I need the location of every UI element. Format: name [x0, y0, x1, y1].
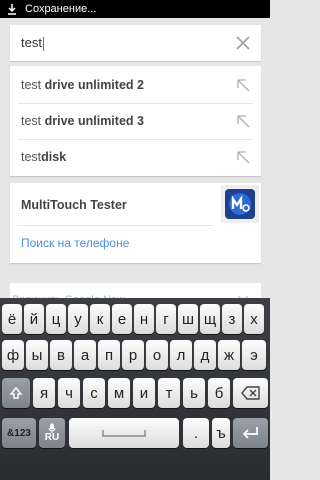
- key[interactable]: и: [133, 378, 155, 408]
- keyboard: ё й ц у к е н г ш щ з х ф ы в а п р о л …: [0, 298, 270, 480]
- shift-key[interactable]: [2, 378, 30, 408]
- key[interactable]: н: [134, 304, 154, 334]
- key[interactable]: б: [208, 378, 230, 408]
- search-query: test: [21, 35, 42, 51]
- key[interactable]: ъ: [212, 418, 230, 448]
- status-text: Сохранение...: [25, 3, 97, 15]
- refine-arrow-icon[interactable]: [235, 113, 251, 129]
- key[interactable]: ё: [2, 304, 22, 334]
- suggestion-item[interactable]: test drive unlimited 3: [10, 103, 261, 139]
- app-name: MultiTouch Tester: [21, 198, 127, 212]
- key[interactable]: ш: [178, 304, 198, 334]
- key[interactable]: ы: [26, 340, 48, 370]
- key[interactable]: а: [74, 340, 96, 370]
- key[interactable]: э: [242, 340, 266, 370]
- key[interactable]: р: [122, 340, 144, 370]
- key[interactable]: г: [156, 304, 176, 334]
- key[interactable]: л: [170, 340, 192, 370]
- key[interactable]: щ: [200, 304, 220, 334]
- app-result-card[interactable]: MultiTouch Tester Поиск на телефоне: [10, 183, 261, 263]
- clear-icon[interactable]: [233, 33, 253, 53]
- refine-arrow-icon[interactable]: [235, 149, 251, 165]
- key[interactable]: ф: [2, 340, 24, 370]
- key[interactable]: п: [98, 340, 120, 370]
- language-label: RU: [44, 432, 60, 443]
- keyboard-row-4: &123 RU . ъ: [0, 418, 270, 448]
- divider: [18, 225, 213, 226]
- key[interactable]: х: [244, 304, 264, 334]
- symbols-key[interactable]: &123: [2, 418, 36, 448]
- key[interactable]: с: [83, 378, 105, 408]
- refine-arrow-icon[interactable]: [235, 77, 251, 93]
- suggestion-text: testdisk: [21, 150, 67, 164]
- keyboard-row-1: ё й ц у к е н г ш щ з х: [0, 304, 270, 334]
- key[interactable]: е: [112, 304, 132, 334]
- search-input[interactable]: test: [21, 35, 44, 51]
- download-icon: [4, 1, 20, 17]
- search-bar[interactable]: test: [10, 25, 261, 61]
- key[interactable]: к: [90, 304, 110, 334]
- key[interactable]: м: [108, 378, 130, 408]
- shift-icon: [9, 386, 23, 399]
- search-on-phone-link[interactable]: Поиск на телефоне: [21, 236, 129, 250]
- keyboard-row-3: я ч с м и т ь б: [0, 378, 270, 408]
- language-key[interactable]: RU: [39, 418, 65, 448]
- suggestion-item[interactable]: test drive unlimited 2: [10, 67, 261, 103]
- key[interactable]: я: [33, 378, 55, 408]
- multitouch-tester-app-icon[interactable]: [221, 185, 259, 223]
- suggestion-text: test drive unlimited 2: [21, 78, 144, 92]
- key[interactable]: т: [158, 378, 180, 408]
- key[interactable]: ц: [46, 304, 66, 334]
- key[interactable]: у: [68, 304, 88, 334]
- backspace-icon: [240, 386, 260, 400]
- key[interactable]: ж: [218, 340, 240, 370]
- status-bar: Сохранение...: [0, 0, 270, 18]
- enter-key[interactable]: [233, 418, 268, 448]
- space-icon: [102, 430, 146, 437]
- enter-icon: [242, 427, 258, 439]
- suggestion-item[interactable]: testdisk: [10, 139, 261, 175]
- key[interactable]: ч: [58, 378, 80, 408]
- backspace-key[interactable]: [233, 378, 268, 408]
- key[interactable]: о: [146, 340, 168, 370]
- text-cursor: [42, 36, 44, 51]
- key[interactable]: з: [222, 304, 242, 334]
- suggestions-list: test drive unlimited 2 test drive unlimi…: [10, 66, 261, 176]
- period-key[interactable]: .: [183, 418, 209, 448]
- keyboard-row-2: ф ы в а п р о л д ж э: [0, 340, 270, 370]
- suggestion-text: test drive unlimited 3: [21, 114, 144, 128]
- key[interactable]: в: [50, 340, 72, 370]
- key[interactable]: ь: [183, 378, 205, 408]
- key[interactable]: й: [24, 304, 44, 334]
- space-key[interactable]: [69, 418, 179, 448]
- key[interactable]: д: [194, 340, 216, 370]
